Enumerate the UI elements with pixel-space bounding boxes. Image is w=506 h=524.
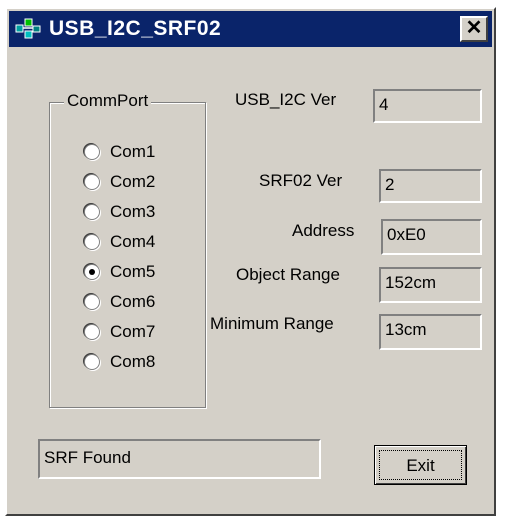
srf02-ver-field: 2	[379, 169, 482, 203]
commport-group-title: CommPort	[64, 91, 152, 111]
radio-label: Com7	[110, 322, 156, 341]
object-range-field: 152cm	[379, 267, 482, 303]
radio-option-com2[interactable]: Com2	[84, 168, 155, 196]
usb-connector-icon	[15, 17, 41, 41]
radio-option-com5[interactable]: Com5	[84, 258, 155, 286]
minimum-range-label: Minimum Range	[210, 314, 334, 333]
radio-button[interactable]	[84, 234, 100, 250]
usb-i2c-ver-label: USB_I2C Ver	[235, 90, 337, 109]
exit-button-label: Exit	[379, 450, 462, 480]
commport-group: CommPort Com1 Com2 Com3 Com4 Com5 Com6 Com7 Com…	[49, 91, 206, 408]
radio-label: Com1	[110, 142, 156, 161]
app-window: USB_I2C_SRF02 ✕ CommPort Com1 Com2 Com3 Com…	[5, 7, 496, 516]
radio-label: Com3	[110, 202, 156, 221]
radio-label: Com5	[110, 262, 156, 281]
radio-option-com8[interactable]: Com8	[84, 348, 155, 376]
srf02-ver-label: SRF02 Ver	[259, 171, 343, 190]
radio-button[interactable]	[84, 324, 100, 340]
minimum-range-field: 13cm	[379, 314, 482, 350]
window-title: USB_I2C_SRF02	[49, 17, 222, 40]
address-label: Address	[292, 221, 355, 240]
close-icon: ✕	[465, 17, 483, 39]
radio-button[interactable]	[84, 264, 100, 280]
radio-option-com3[interactable]: Com3	[84, 198, 155, 226]
usb-i2c-ver-field: 4	[373, 89, 482, 123]
radio-label: Com2	[110, 172, 156, 191]
radio-button[interactable]	[84, 144, 100, 160]
radio-label: Com8	[110, 352, 156, 371]
radio-option-com7[interactable]: Com7	[84, 318, 155, 346]
close-button[interactable]: ✕	[460, 16, 488, 42]
radio-option-com1[interactable]: Com1	[84, 138, 155, 166]
title-bar[interactable]: USB_I2C_SRF02 ✕	[9, 11, 492, 47]
radio-option-com6[interactable]: Com6	[84, 288, 155, 316]
status-field: SRF Found	[38, 439, 321, 479]
exit-button[interactable]: Exit	[374, 445, 467, 485]
radio-label: Com4	[110, 232, 156, 251]
object-range-label: Object Range	[236, 265, 340, 284]
radio-button[interactable]	[84, 174, 100, 190]
radio-option-com4[interactable]: Com4	[84, 228, 155, 256]
address-field: 0xE0	[381, 219, 482, 255]
radio-button[interactable]	[84, 294, 100, 310]
radio-button[interactable]	[84, 354, 100, 370]
radio-button[interactable]	[84, 204, 100, 220]
radio-label: Com6	[110, 292, 156, 311]
